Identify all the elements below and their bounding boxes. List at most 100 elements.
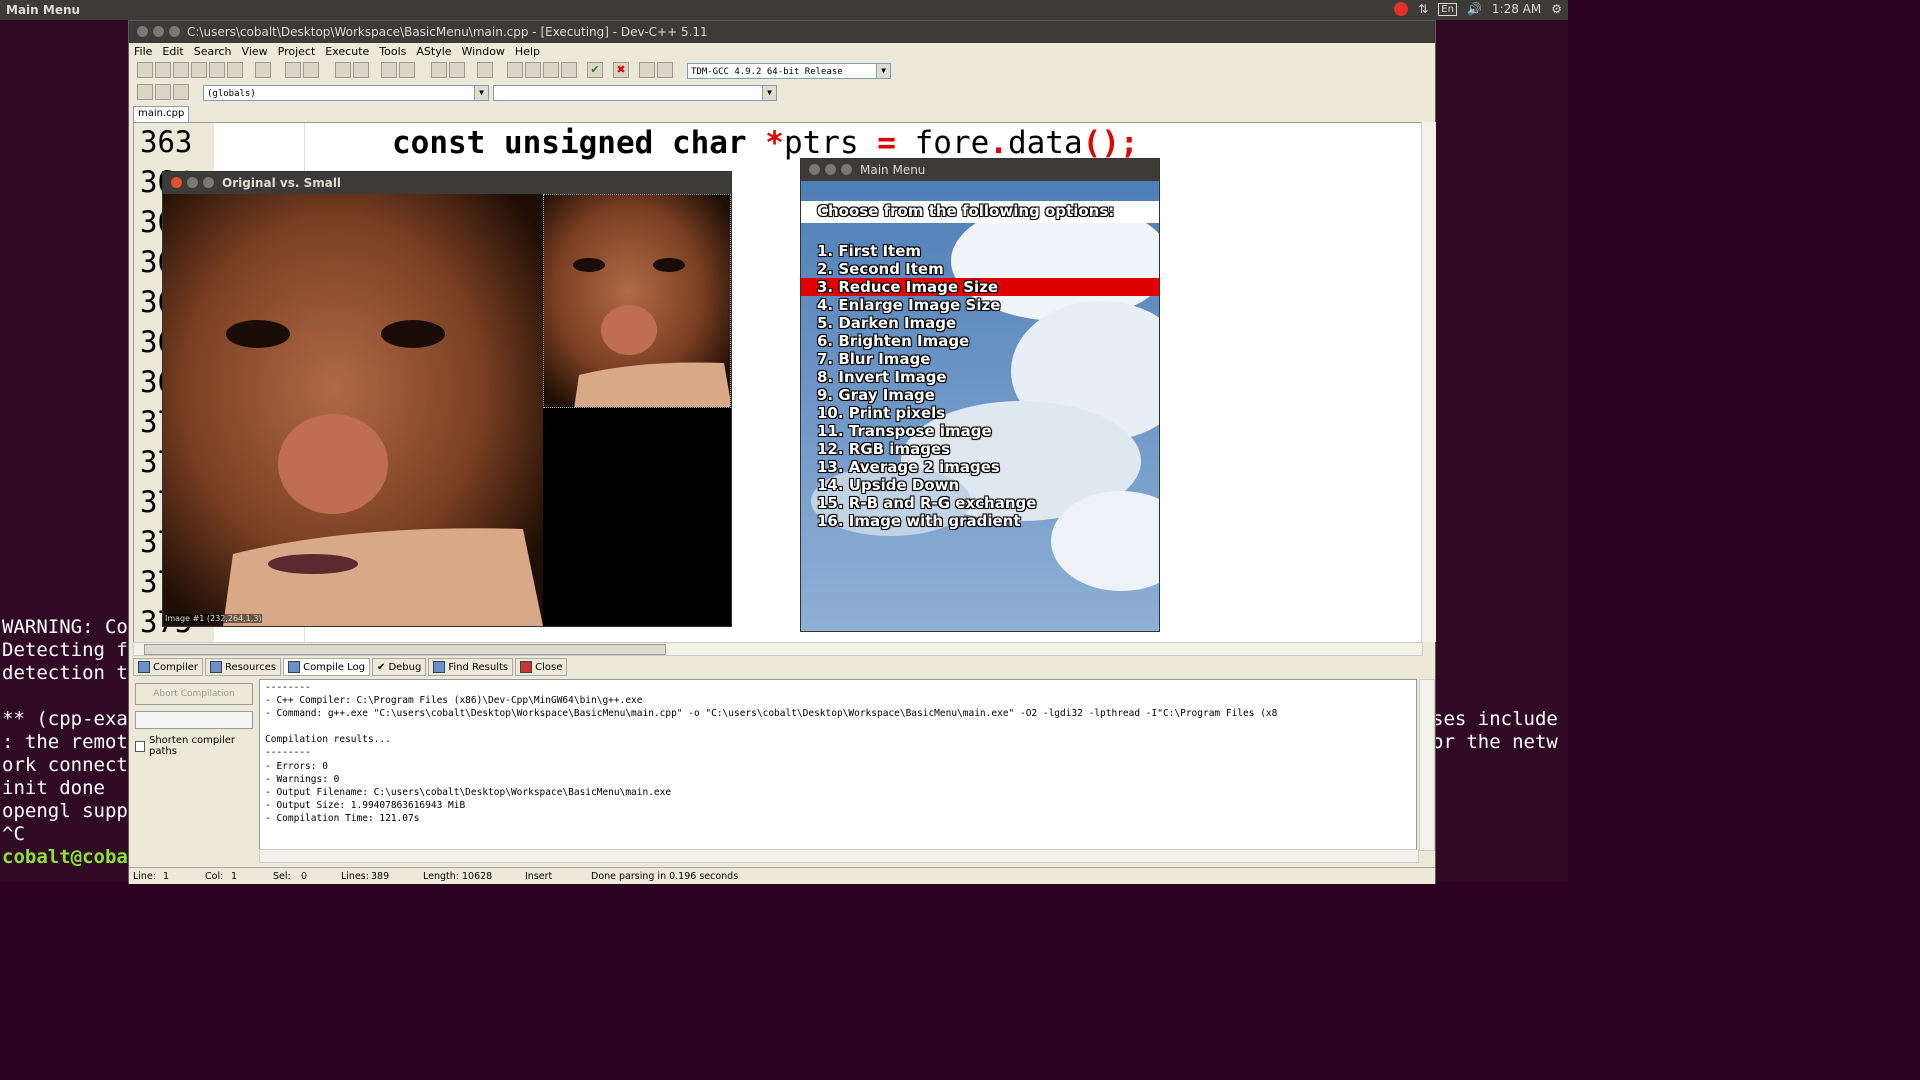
volume-icon[interactable]: 🔊	[1467, 2, 1482, 16]
menu-item-second-item[interactable]: 2. Second Item	[817, 260, 944, 278]
chevron-down-icon[interactable]: ▼	[876, 64, 890, 78]
redo-icon[interactable]	[303, 62, 319, 78]
compiler-select[interactable]: TDM-GCC 4.9.2 64-bit Release ▼	[687, 63, 891, 79]
new-file-icon[interactable]	[137, 62, 153, 78]
image-window-titlebar[interactable]: Original vs. Small	[163, 172, 731, 194]
image-viewer-window[interactable]: Original vs. Small Image #1 (232,264,1,3…	[162, 171, 732, 627]
terminal-line: or the netw	[1432, 731, 1558, 753]
menu-item-darken-image[interactable]: 5. Darken Image	[817, 314, 956, 332]
menu-file[interactable]: File	[129, 43, 157, 60]
scope-select[interactable]: (globals) ▼	[203, 85, 489, 101]
goto-icon[interactable]	[155, 84, 171, 100]
log-vertical-scrollbar[interactable]	[1419, 679, 1435, 851]
maximize-icon[interactable]	[841, 164, 852, 175]
menu-item-print-pixels[interactable]: 10. Print pixels	[817, 404, 945, 422]
tab-debug[interactable]: ✔ Debug	[372, 658, 427, 676]
menu-item-enlarge-image-size[interactable]: 4. Enlarge Image Size	[817, 296, 1000, 314]
function-select[interactable]: ▼	[493, 85, 777, 101]
minimize-icon[interactable]	[153, 26, 164, 37]
close-icon[interactable]	[137, 26, 148, 37]
network-icon[interactable]: ⇅	[1418, 2, 1428, 16]
tab-find-results[interactable]: Find Results	[428, 658, 514, 676]
menu-item-brighten-image[interactable]: 6. Brighten Image	[817, 332, 969, 350]
insert-icon[interactable]	[137, 84, 153, 100]
menu-item-blur-image[interactable]: 7. Blur Image	[817, 350, 930, 368]
toggle-icon[interactable]	[173, 84, 189, 100]
menu-window[interactable]: Window	[457, 43, 510, 60]
clock[interactable]: 1:28 AM	[1492, 2, 1541, 16]
main-menu-window[interactable]: Main Menu Choose from the following opti…	[800, 158, 1160, 632]
compile-icon[interactable]	[507, 62, 523, 78]
print-icon[interactable]	[255, 62, 271, 78]
tab-compiler[interactable]: Compiler	[133, 658, 204, 676]
menu-search[interactable]: Search	[189, 43, 237, 60]
save-icon[interactable]	[173, 62, 189, 78]
bookmark-icon[interactable]	[477, 62, 493, 78]
save-all-icon[interactable]	[191, 62, 207, 78]
compile-run-icon[interactable]	[543, 62, 559, 78]
menu-item-rgb-images[interactable]: 12. RGB images	[817, 440, 950, 458]
status-insert-mode: Insert	[525, 871, 553, 882]
menu-astyle[interactable]: AStyle	[411, 43, 456, 60]
record-icon[interactable]	[1394, 2, 1409, 16]
menu-item-average-2-images[interactable]: 13. Average 2 images	[817, 458, 1000, 476]
run-icon[interactable]	[525, 62, 541, 78]
find-icon[interactable]	[335, 62, 351, 78]
close-icon[interactable]	[809, 164, 820, 175]
replace-icon[interactable]	[353, 62, 369, 78]
tab-close[interactable]: Close	[515, 658, 568, 676]
chevron-down-icon[interactable]: ▼	[762, 86, 776, 100]
maximize-icon[interactable]	[169, 26, 180, 37]
undo-icon[interactable]	[285, 62, 301, 78]
back-icon[interactable]	[431, 62, 447, 78]
chart-icon[interactable]	[639, 62, 655, 78]
compile-options-panel: Abort Compilation Shorten compiler paths	[133, 679, 253, 869]
tab-compile-log[interactable]: Compile Log	[283, 658, 371, 676]
tab-main-cpp[interactable]: main.cpp	[133, 106, 190, 123]
menu-item-upside-down[interactable]: 14. Upside Down	[817, 476, 959, 494]
menu-execute[interactable]: Execute	[320, 43, 374, 60]
forward-icon[interactable]	[449, 62, 465, 78]
menu-item-rb-rg-exchange[interactable]: 15. R-B and R-G exchange	[817, 494, 1036, 512]
window-title: C:\users\cobalt\Desktop\Workspace\BasicM…	[187, 25, 708, 39]
log-horizontal-scrollbar[interactable]	[259, 849, 1419, 863]
menu-item-image-with-gradient[interactable]: 16. Image with gradient	[817, 512, 1021, 530]
scrollbar-thumb[interactable]	[144, 644, 666, 655]
editor-vertical-scrollbar[interactable]	[1421, 122, 1436, 642]
menu-item-transpose-image[interactable]: 11. Transpose image	[817, 422, 992, 440]
menu-item-invert-image[interactable]: 8. Invert Image	[817, 368, 947, 386]
chevron-down-icon[interactable]: ▼	[474, 86, 488, 100]
close-all-icon[interactable]	[227, 62, 243, 78]
maximize-icon[interactable]	[203, 177, 214, 188]
devcpp-titlebar[interactable]: C:\users\cobalt\Desktop\Workspace\BasicM…	[129, 21, 1435, 43]
minimize-icon[interactable]	[825, 164, 836, 175]
original-image	[163, 194, 543, 626]
shorten-paths-checkbox[interactable]	[135, 740, 145, 752]
shorten-paths-option[interactable]: Shorten compiler paths	[135, 735, 253, 757]
menu-help[interactable]: Help	[510, 43, 545, 60]
close-icon[interactable]	[171, 177, 182, 188]
minimize-icon[interactable]	[187, 177, 198, 188]
abort-compilation-button[interactable]: Abort Compilation	[135, 683, 253, 705]
gear-icon[interactable]: ⚙	[1551, 2, 1562, 16]
menu-item-first-item[interactable]: 1. First Item	[817, 242, 921, 260]
menu-view[interactable]: View	[237, 43, 273, 60]
keyboard-layout-indicator[interactable]: En	[1438, 2, 1457, 16]
menu-edit[interactable]: Edit	[157, 43, 188, 60]
stop-icon[interactable]: ✖	[613, 62, 629, 78]
close-file-icon[interactable]	[209, 62, 225, 78]
tab-resources[interactable]: Resources	[205, 658, 282, 676]
debug-icon[interactable]	[657, 62, 673, 78]
menu-project[interactable]: Project	[273, 43, 321, 60]
menu-item-reduce-image-size[interactable]: 3. Reduce Image Size	[817, 278, 998, 296]
menu-tools[interactable]: Tools	[374, 43, 411, 60]
compile-log[interactable]: -------- - C++ Compiler: C:\Program File…	[259, 679, 1417, 861]
menu-window-titlebar[interactable]: Main Menu	[801, 159, 1159, 181]
unindent-icon[interactable]	[399, 62, 415, 78]
editor-horizontal-scrollbar[interactable]	[133, 642, 1423, 656]
check-icon[interactable]: ✔	[587, 62, 603, 78]
open-file-icon[interactable]	[155, 62, 171, 78]
indent-icon[interactable]	[381, 62, 397, 78]
menu-item-gray-image[interactable]: 9. Gray Image	[817, 386, 935, 404]
rebuild-icon[interactable]	[561, 62, 577, 78]
